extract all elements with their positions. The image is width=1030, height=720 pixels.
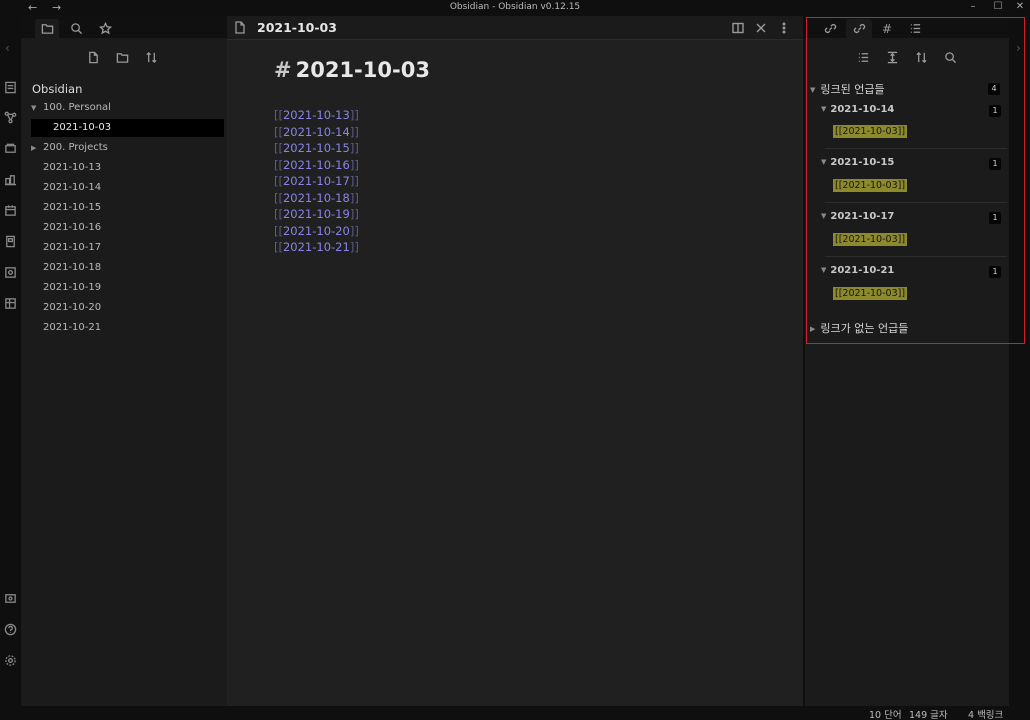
window-title: Obsidian - Obsidian v0.12.15 [449, 2, 581, 12]
settings-gear-icon[interactable] [3, 653, 17, 667]
word-count: 10 단어 [869, 710, 902, 720]
left-sidebar-tabs [21, 16, 227, 38]
internal-link[interactable]: [[2021-10-18]] [274, 190, 359, 206]
tree-folder-personal[interactable]: ▼ 100. Personal [31, 99, 224, 117]
folder-icon [41, 24, 53, 34]
plugins-icon[interactable] [3, 172, 17, 186]
close-pane-button[interactable] [754, 21, 768, 35]
search-tab[interactable] [64, 19, 88, 38]
editor-pane: 2021-10-03 #2021-10-03 [[2021-10-13]] [[… [227, 16, 803, 706]
backlink-count[interactable]: 4 백링크 [968, 707, 1003, 720]
internal-link[interactable]: [[2021-10-15]] [274, 140, 359, 156]
help-icon[interactable] [3, 622, 17, 636]
internal-link[interactable]: [[2021-10-14]] [274, 124, 359, 140]
note-heading: #2021-10-03 [274, 58, 430, 82]
templates-icon[interactable] [3, 234, 17, 248]
file-icon [234, 21, 246, 37]
toggle-preview-button[interactable] [731, 21, 745, 35]
new-file-icon [88, 51, 98, 63]
internal-link[interactable]: [[2021-10-13]] [274, 107, 359, 123]
tree-file-active[interactable]: 2021-10-03 [31, 119, 224, 137]
tree-file[interactable]: 2021-10-19 [31, 279, 224, 297]
calendar-icon[interactable] [3, 203, 17, 217]
more-vertical-icon [782, 22, 786, 34]
internal-link[interactable]: [[2021-10-21]] [274, 239, 359, 255]
new-note-button[interactable] [84, 48, 102, 66]
starred-tab[interactable] [93, 19, 117, 38]
chevron-right-icon: ▶ [31, 144, 37, 152]
tree-file[interactable]: 2021-10-16 [31, 219, 224, 237]
char-count: 149 글자 [909, 710, 948, 720]
tree-file[interactable]: 2021-10-18 [31, 259, 224, 277]
chevron-down-icon: ▼ [31, 104, 37, 112]
sort-icon [145, 51, 157, 63]
kanban-icon[interactable] [3, 296, 17, 310]
daily-note-icon[interactable] [3, 265, 17, 279]
more-options-button[interactable] [777, 21, 791, 35]
tree-file[interactable]: 2021-10-17 [31, 239, 224, 257]
tree-folder-projects[interactable]: ▶ 200. Projects [31, 139, 224, 157]
editor-tab-title[interactable]: 2021-10-03 [257, 20, 337, 35]
title-bar: ← → Obsidian - Obsidian v0.12.15 – ☐ ✕ [0, 0, 1030, 16]
maximize-button[interactable]: ☐ [991, 1, 1005, 12]
new-folder-button[interactable] [113, 48, 131, 66]
internal-link[interactable]: [[2021-10-17]] [274, 173, 359, 189]
file-explorer-tab[interactable] [35, 19, 59, 38]
book-icon [732, 22, 744, 34]
close-icon [756, 23, 766, 33]
sort-button[interactable] [142, 48, 160, 66]
tree-file[interactable]: 2021-10-13 [31, 159, 224, 177]
internal-link[interactable]: [[2021-10-16]] [274, 157, 359, 173]
close-window-button[interactable]: ✕ [1013, 1, 1027, 12]
tree-file[interactable]: 2021-10-20 [31, 299, 224, 317]
status-bar: 10 단어 149 글자 4 백링크 [0, 706, 1030, 720]
new-folder-icon [116, 52, 128, 63]
collapse-left-chevron-icon[interactable]: ‹ [5, 41, 10, 55]
ribbon: ‹ [0, 16, 21, 706]
graph-view-icon[interactable] [3, 110, 17, 124]
search-icon [70, 23, 82, 35]
internal-link[interactable]: [[2021-10-20]] [274, 223, 359, 239]
open-quick-switcher-icon[interactable] [3, 80, 17, 94]
cards-icon[interactable] [3, 141, 17, 155]
internal-link[interactable]: [[2021-10-19]] [274, 206, 359, 222]
tree-file[interactable]: 2021-10-14 [31, 179, 224, 197]
editor-header: 2021-10-03 [227, 16, 803, 40]
tree-file[interactable]: 2021-10-21 [31, 319, 224, 337]
minimize-button[interactable]: – [966, 1, 980, 12]
open-vault-icon[interactable] [3, 591, 17, 605]
tree-file[interactable]: 2021-10-15 [31, 199, 224, 217]
vault-name[interactable]: Obsidian [32, 82, 82, 96]
left-sidebar: Obsidian ▼ 100. Personal 2021-10-03 ▶ 200.… [21, 16, 227, 706]
star-icon [98, 22, 112, 35]
annotation-highlight-box [806, 17, 1025, 344]
